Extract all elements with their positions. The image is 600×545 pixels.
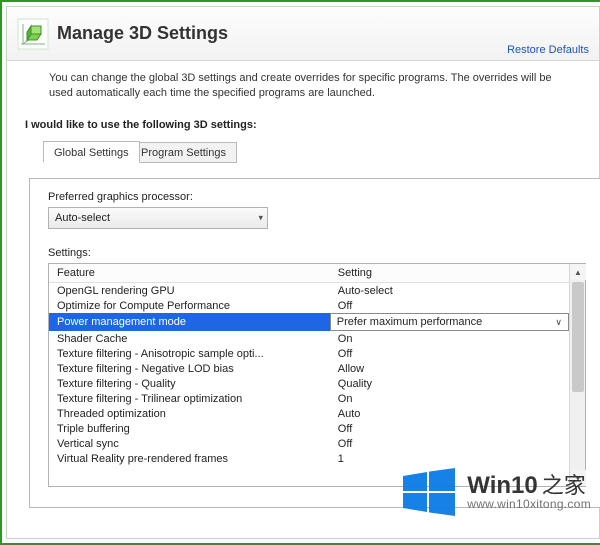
- table-row[interactable]: Triple bufferingOff: [49, 421, 569, 436]
- settings-header-row: Feature Setting: [49, 264, 569, 283]
- setting-cell[interactable]: On: [330, 331, 569, 346]
- table-row[interactable]: Power management modePrefer maximum perf…: [49, 313, 569, 331]
- feature-cell: Threaded optimization: [49, 406, 330, 421]
- setting-dropdown[interactable]: Prefer maximum performance ∨: [330, 313, 569, 331]
- setting-cell[interactable]: Auto-select: [330, 283, 569, 299]
- chevron-down-icon: ▾: [258, 213, 263, 224]
- settings-table-container: Feature Setting OpenGL rendering GPUAuto…: [48, 263, 586, 487]
- tab-global-settings[interactable]: Global Settings: [43, 141, 140, 163]
- table-row[interactable]: Threaded optimizationAuto: [49, 406, 569, 421]
- setting-value: Prefer maximum performance: [337, 316, 483, 328]
- settings-table-scroll: Feature Setting OpenGL rendering GPUAuto…: [49, 264, 569, 486]
- setting-cell[interactable]: Allow: [330, 361, 569, 376]
- header-bar: Manage 3D Settings Restore Defaults: [7, 7, 599, 61]
- scroll-thumb[interactable]: [572, 282, 584, 392]
- cube-3d-icon: [17, 18, 49, 50]
- table-row[interactable]: Texture filtering - Trilinear optimizati…: [49, 391, 569, 406]
- feature-cell: Power management mode: [49, 313, 330, 331]
- feature-cell: Texture filtering - Trilinear optimizati…: [49, 391, 330, 406]
- panel: Manage 3D Settings Restore Defaults You …: [6, 6, 600, 539]
- table-row[interactable]: Shader CacheOn: [49, 331, 569, 346]
- table-row[interactable]: Texture filtering - Anisotropic sample o…: [49, 346, 569, 361]
- preferred-processor-label: Preferred graphics processor:: [48, 191, 586, 203]
- preferred-processor-dropdown[interactable]: Auto-select ▾: [48, 207, 268, 229]
- feature-cell: Shader Cache: [49, 331, 330, 346]
- setting-cell[interactable]: Prefer maximum performance ∨: [330, 313, 569, 331]
- setting-cell[interactable]: On: [330, 391, 569, 406]
- setting-cell[interactable]: Quality: [330, 376, 569, 391]
- feature-cell: Triple buffering: [49, 421, 330, 436]
- scrollbar-vertical[interactable]: ▲ ▼: [569, 264, 585, 486]
- feature-cell: Texture filtering - Negative LOD bias: [49, 361, 330, 376]
- scroll-down-icon[interactable]: ▼: [570, 470, 586, 486]
- app-frame: Manage 3D Settings Restore Defaults You …: [0, 0, 600, 545]
- tab-strip: Global Settings Program Settings: [29, 141, 577, 163]
- table-row[interactable]: Texture filtering - QualityQuality: [49, 376, 569, 391]
- settings-table: Feature Setting OpenGL rendering GPUAuto…: [49, 264, 569, 466]
- setting-cell[interactable]: Off: [330, 436, 569, 451]
- setting-cell[interactable]: 1: [330, 451, 569, 466]
- col-feature[interactable]: Feature: [49, 264, 330, 283]
- table-row[interactable]: OpenGL rendering GPUAuto-select: [49, 283, 569, 299]
- page-title: Manage 3D Settings: [57, 23, 228, 44]
- setting-cell[interactable]: Auto: [330, 406, 569, 421]
- feature-cell: Virtual Reality pre-rendered frames: [49, 451, 330, 466]
- setting-cell[interactable]: Off: [330, 421, 569, 436]
- feature-cell: Vertical sync: [49, 436, 330, 451]
- table-row[interactable]: Vertical syncOff: [49, 436, 569, 451]
- preferred-processor-value: Auto-select: [55, 212, 110, 224]
- description-text: You can change the global 3D settings an…: [7, 61, 599, 111]
- tab-program-settings[interactable]: Program Settings: [131, 142, 237, 163]
- setting-cell[interactable]: Off: [330, 346, 569, 361]
- col-setting[interactable]: Setting: [330, 264, 569, 283]
- setting-cell[interactable]: Off: [330, 298, 569, 313]
- settings-label: Settings:: [48, 247, 586, 259]
- restore-defaults-link[interactable]: Restore Defaults: [507, 44, 589, 56]
- chevron-down-icon: ∨: [555, 317, 562, 328]
- table-row[interactable]: Optimize for Compute PerformanceOff: [49, 298, 569, 313]
- feature-cell: Texture filtering - Anisotropic sample o…: [49, 346, 330, 361]
- section-heading: I would like to use the following 3D set…: [7, 111, 599, 141]
- tab-page-global: Preferred graphics processor: Auto-selec…: [29, 178, 600, 508]
- feature-cell: OpenGL rendering GPU: [49, 283, 330, 299]
- feature-cell: Optimize for Compute Performance: [49, 298, 330, 313]
- scroll-up-icon[interactable]: ▲: [570, 264, 586, 280]
- table-row[interactable]: Virtual Reality pre-rendered frames1: [49, 451, 569, 466]
- table-row[interactable]: Texture filtering - Negative LOD biasAll…: [49, 361, 569, 376]
- feature-cell: Texture filtering - Quality: [49, 376, 330, 391]
